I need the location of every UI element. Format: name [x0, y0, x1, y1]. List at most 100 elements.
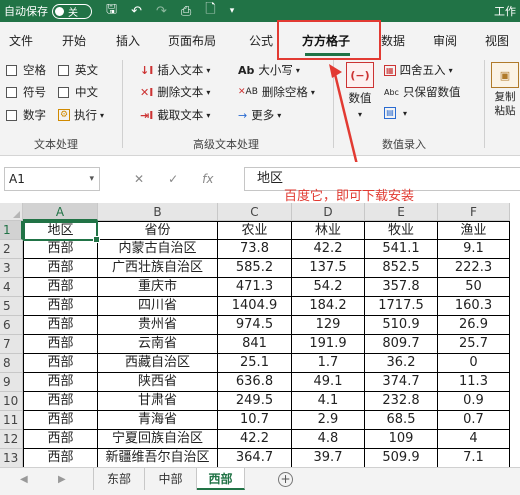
table-cell[interactable]: 137.5 [292, 259, 365, 278]
table-cell[interactable]: 509.9 [365, 449, 438, 468]
table-cell[interactable]: 42.2 [218, 430, 292, 449]
column-header-a[interactable]: A [23, 203, 98, 221]
table-cell[interactable]: 4.1 [292, 392, 365, 411]
table-cell[interactable]: 西部 [23, 411, 98, 430]
checkbox-chinese[interactable]: 中文 [58, 84, 98, 100]
table-cell[interactable]: 西部 [23, 297, 98, 316]
table-cell[interactable]: 585.2 [218, 259, 292, 278]
tab-review[interactable]: 审阅 [433, 32, 457, 49]
table-cell[interactable]: 68.5 [365, 411, 438, 430]
table-cell[interactable]: 10.7 [218, 411, 292, 430]
table-cell[interactable]: 内蒙古自治区 [98, 240, 218, 259]
tab-data[interactable]: 数据 [381, 32, 405, 49]
execute-button[interactable]: ⚙ 执行 ▾ [58, 107, 104, 123]
table-cell[interactable]: 四川省 [98, 297, 218, 316]
checkbox-box[interactable] [58, 64, 69, 76]
header-cell[interactable]: 农业 [218, 221, 292, 240]
table-cell[interactable]: 9.1 [438, 240, 510, 259]
row-header[interactable]: 8 [0, 354, 23, 373]
table-cell[interactable]: 西部 [23, 449, 98, 468]
checkbox-symbol[interactable]: 符号 [6, 84, 46, 100]
table-cell[interactable]: 0 [438, 354, 510, 373]
table-cell[interactable]: 54.2 [292, 278, 365, 297]
table-cell[interactable]: 232.8 [365, 392, 438, 411]
row-header[interactable]: 5 [0, 297, 23, 316]
sheet-tab-east[interactable]: 东部 [93, 468, 145, 490]
column-header-e[interactable]: E [365, 203, 438, 221]
tab-home[interactable]: 开始 [62, 32, 86, 49]
more-button[interactable]: → 更多 ▾ [238, 107, 281, 123]
table-cell[interactable]: 0.7 [438, 411, 510, 430]
tab-insert[interactable]: 插入 [116, 32, 140, 49]
tab-page-layout[interactable]: 页面布局 [168, 32, 216, 49]
tab-formulas[interactable]: 公式 [249, 32, 273, 49]
table-cell[interactable]: 39.7 [292, 449, 365, 468]
table-cell[interactable]: 25.1 [218, 354, 292, 373]
table-cell[interactable]: 宁夏回族自治区 [98, 430, 218, 449]
table-cell[interactable]: 357.8 [365, 278, 438, 297]
table-cell[interactable]: 西部 [23, 278, 98, 297]
table-cell[interactable]: 364.7 [218, 449, 292, 468]
row-header[interactable]: 7 [0, 335, 23, 354]
delete-text-button[interactable]: ✕I 删除文本 ▾ [140, 84, 210, 100]
table-cell[interactable]: 新疆维吾尔自治区 [98, 449, 218, 468]
row-header[interactable]: 12 [0, 430, 23, 449]
table-cell[interactable]: 1404.9 [218, 297, 292, 316]
scroll-left-icon[interactable]: ◀ [20, 474, 28, 485]
table-cell[interactable]: 26.9 [438, 316, 510, 335]
cancel-icon[interactable]: ✕ [134, 172, 144, 186]
row-header[interactable]: 11 [0, 411, 23, 430]
column-header-d[interactable]: D [292, 203, 365, 221]
table-cell[interactable]: 25.7 [438, 335, 510, 354]
table-cell[interactable]: 809.7 [365, 335, 438, 354]
round-button[interactable]: ▦ 四舍五入 ▾ [384, 62, 453, 78]
print-preview-icon[interactable]: ⎙ [181, 4, 191, 19]
table-cell[interactable]: 云南省 [98, 335, 218, 354]
table-cell[interactable]: 甘肃省 [98, 392, 218, 411]
table-cell[interactable]: 西部 [23, 335, 98, 354]
cut-text-button[interactable]: ⇥I 截取文本 ▾ [140, 107, 210, 123]
table-cell[interactable]: 636.8 [218, 373, 292, 392]
delete-space-button[interactable]: ✕AB 删除空格 ▾ [238, 84, 315, 100]
undo-icon[interactable]: ↶ [131, 4, 142, 19]
table-cell[interactable]: 广西壮族自治区 [98, 259, 218, 278]
row-header[interactable]: 13 [0, 449, 23, 468]
insert-function-icon[interactable]: fx [202, 172, 213, 186]
save-icon[interactable]: 🖫 [106, 0, 117, 22]
checkbox-english[interactable]: 英文 [58, 62, 98, 78]
table-cell[interactable]: 陕西省 [98, 373, 218, 392]
table-cell[interactable]: 471.3 [218, 278, 292, 297]
copy-paste-button[interactable]: ▣ 复制粘贴 [490, 62, 520, 118]
sheet-tab-west[interactable]: 西部 [197, 468, 245, 490]
row-header[interactable]: 9 [0, 373, 23, 392]
new-file-icon[interactable]: 🗋 [205, 0, 215, 22]
header-cell[interactable]: 牧业 [365, 221, 438, 240]
name-box[interactable]: A1 ▾ [4, 167, 100, 191]
chevron-down-icon[interactable]: ▾ [89, 168, 94, 190]
table-cell[interactable]: 50 [438, 278, 510, 297]
checkbox-box[interactable] [58, 86, 69, 98]
checkbox-number[interactable]: 数字 [6, 107, 46, 123]
table-cell[interactable]: 129 [292, 316, 365, 335]
table-cell[interactable]: 西部 [23, 240, 98, 259]
case-button[interactable]: Ab 大小写 ▾ [238, 62, 300, 78]
table-cell[interactable]: 191.9 [292, 335, 365, 354]
table-cell[interactable]: 852.5 [365, 259, 438, 278]
header-cell[interactable]: 林业 [292, 221, 365, 240]
table-cell[interactable]: 184.2 [292, 297, 365, 316]
keep-value-button[interactable]: Abc 只保留数值 [384, 84, 460, 100]
sheet-tab-central[interactable]: 中部 [145, 468, 197, 490]
confirm-icon[interactable]: ✓ [168, 172, 178, 186]
checkbox-box[interactable] [6, 86, 17, 98]
table-cell[interactable]: 42.2 [292, 240, 365, 259]
table-cell[interactable]: 青海省 [98, 411, 218, 430]
insert-text-button[interactable]: ↓I 插入文本 ▾ [140, 62, 210, 78]
tab-view[interactable]: 视图 [485, 32, 509, 49]
table-cell[interactable]: 109 [365, 430, 438, 449]
table-cell[interactable]: 重庆市 [98, 278, 218, 297]
table-cell[interactable]: 贵州省 [98, 316, 218, 335]
table-cell[interactable]: 2.9 [292, 411, 365, 430]
checkbox-box[interactable] [6, 109, 17, 121]
autosave-toggle[interactable]: 关 [52, 3, 92, 19]
row-header[interactable]: 4 [0, 278, 23, 297]
